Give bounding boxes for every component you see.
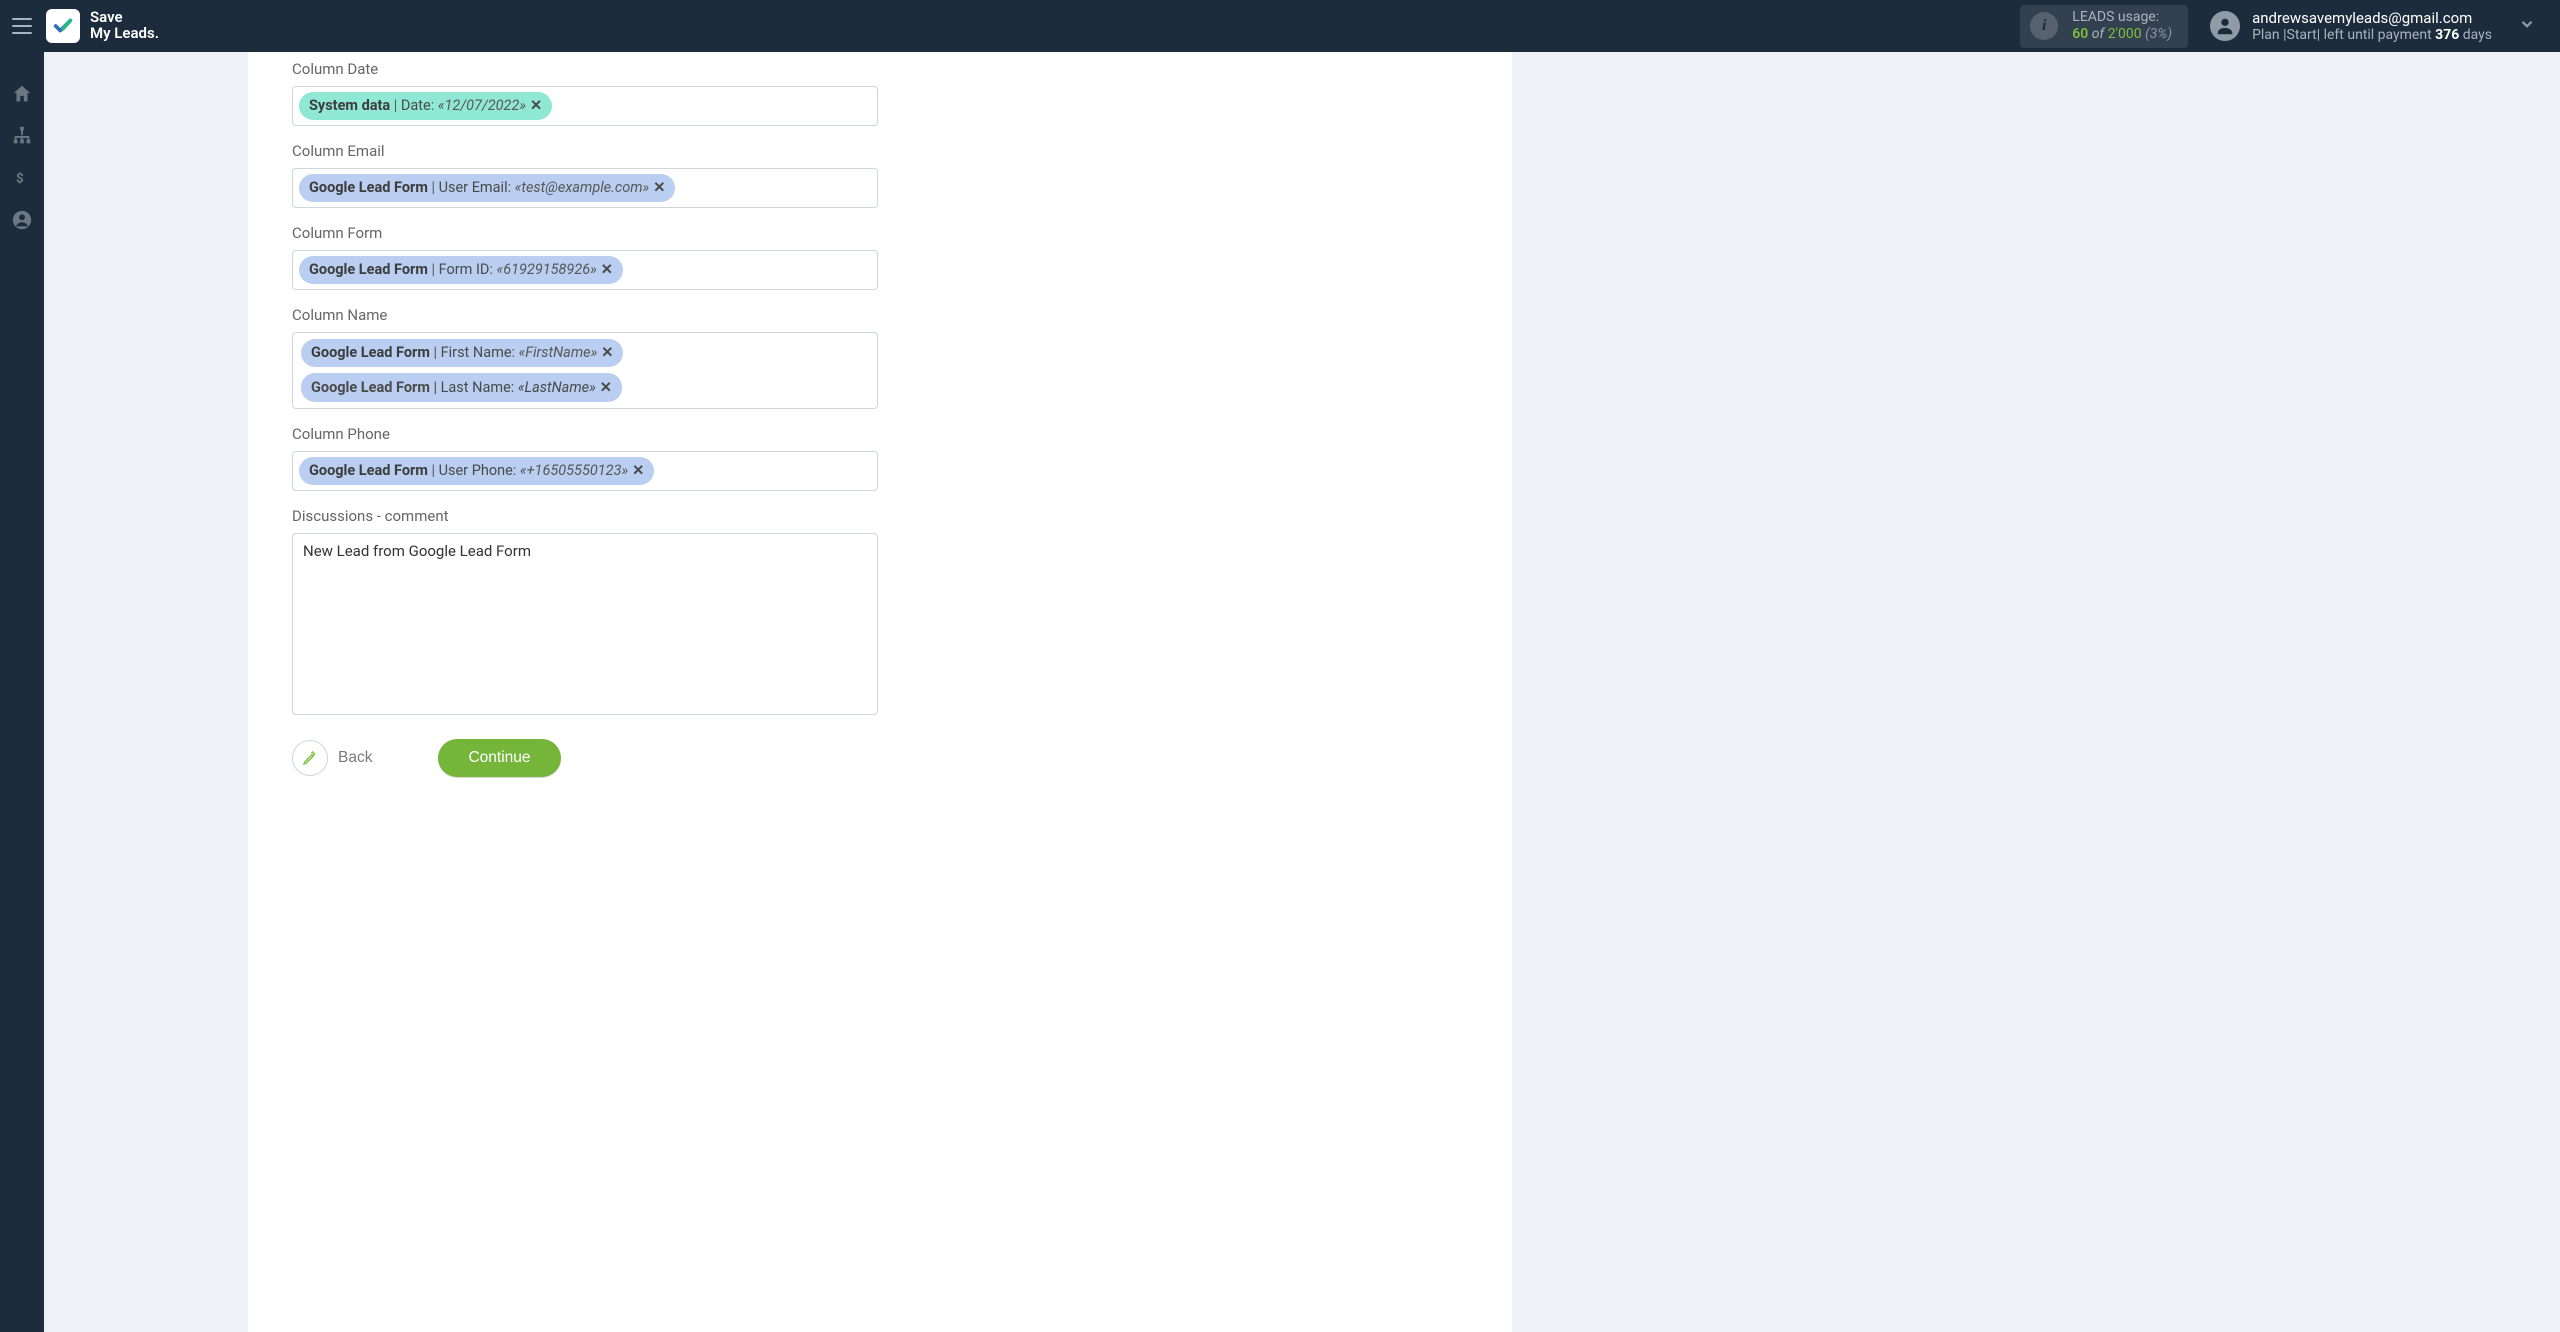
token-system-date[interactable]: System data | Date: «12/07/2022»✕ — [299, 92, 552, 120]
account-plan: Plan |Start| left until payment 376 days — [2252, 27, 2492, 43]
token-glf-formid[interactable]: Google Lead Form | Form ID: «61929158926… — [299, 256, 623, 284]
remove-token-icon[interactable]: ✕ — [601, 261, 613, 278]
field-column-form: Column Form Google Lead Form | Form ID: … — [292, 224, 1468, 290]
app-name-line2: My Leads — [90, 26, 159, 42]
billing-icon[interactable]: $ — [10, 166, 34, 190]
remove-token-icon[interactable]: ✕ — [530, 97, 542, 114]
leads-usage-box: i LEADS usage: 60 of 2'000 (3%) — [2020, 5, 2188, 48]
field-column-phone: Column Phone Google Lead Form | User Pho… — [292, 425, 1468, 491]
comment-textarea[interactable] — [292, 533, 878, 715]
token-glf-firstname[interactable]: Google Lead Form | First Name: «FirstNam… — [301, 339, 623, 367]
continue-button[interactable]: Continue — [438, 739, 560, 777]
label-column-form: Column Form — [292, 224, 1468, 242]
usage-of-word: of — [2092, 26, 2104, 42]
remove-token-icon[interactable]: ✕ — [632, 462, 644, 479]
app-header: Save My Leads i LEADS usage: 60 of 2'000… — [0, 0, 2560, 52]
chevron-down-icon[interactable] — [2518, 15, 2536, 37]
token-glf-phone[interactable]: Google Lead Form | User Phone: «+1650555… — [299, 457, 654, 485]
profile-icon[interactable] — [10, 208, 34, 232]
menu-toggle-icon[interactable] — [8, 12, 36, 40]
info-icon: i — [2030, 12, 2058, 40]
usage-max: 2'000 — [2108, 26, 2142, 42]
input-column-date[interactable]: System data | Date: «12/07/2022»✕ — [292, 86, 878, 126]
field-discussions-comment: Discussions - comment — [292, 507, 1468, 719]
mapping-card: Column Date System data | Date: «12/07/2… — [248, 52, 1512, 1332]
app-name: Save My Leads — [90, 10, 159, 42]
usage-label: LEADS usage: — [2072, 9, 2172, 27]
svg-text:$: $ — [16, 172, 24, 187]
sidebar: $ — [0, 52, 44, 1332]
label-discussions-comment: Discussions - comment — [292, 507, 1468, 525]
pencil-icon — [292, 740, 328, 776]
account-block[interactable]: andrewsavemyleads@gmail.com Plan |Start|… — [2210, 9, 2492, 43]
usage-current: 60 — [2072, 26, 2088, 42]
remove-token-icon[interactable]: ✕ — [600, 379, 612, 396]
usage-percent: (3%) — [2145, 26, 2172, 42]
plan-suffix: days — [2459, 27, 2492, 43]
field-column-email: Column Email Google Lead Form | User Ema… — [292, 142, 1468, 208]
token-glf-lastname[interactable]: Google Lead Form | Last Name: «LastName»… — [301, 373, 622, 402]
usage-value: 60 of 2'000 (3%) — [2072, 26, 2172, 44]
home-icon[interactable] — [10, 82, 34, 106]
form-actions: Back Continue — [292, 739, 1468, 777]
back-button[interactable]: Back — [292, 740, 372, 776]
label-column-email: Column Email — [292, 142, 1468, 160]
input-column-form[interactable]: Google Lead Form | Form ID: «61929158926… — [292, 250, 878, 290]
plan-prefix: Plan |Start| left until payment — [2252, 27, 2435, 43]
label-column-name: Column Name — [292, 306, 1468, 324]
remove-token-icon[interactable]: ✕ — [653, 179, 665, 196]
connections-icon[interactable] — [10, 124, 34, 148]
avatar-icon — [2210, 11, 2240, 41]
field-column-date: Column Date System data | Date: «12/07/2… — [292, 60, 1468, 126]
token-glf-email[interactable]: Google Lead Form | User Email: «test@exa… — [299, 174, 675, 202]
app-logo[interactable] — [46, 9, 80, 43]
plan-days: 376 — [2435, 27, 2459, 43]
input-column-name[interactable]: Google Lead Form | First Name: «FirstNam… — [292, 332, 878, 409]
field-column-name: Column Name Google Lead Form | First Nam… — [292, 306, 1468, 409]
back-label: Back — [338, 749, 372, 767]
label-column-date: Column Date — [292, 60, 1468, 78]
remove-token-icon[interactable]: ✕ — [601, 344, 613, 361]
account-email: andrewsavemyleads@gmail.com — [2252, 9, 2492, 27]
label-column-phone: Column Phone — [292, 425, 1468, 443]
input-column-phone[interactable]: Google Lead Form | User Phone: «+1650555… — [292, 451, 878, 491]
input-column-email[interactable]: Google Lead Form | User Email: «test@exa… — [292, 168, 878, 208]
checkmark-icon — [52, 15, 74, 37]
